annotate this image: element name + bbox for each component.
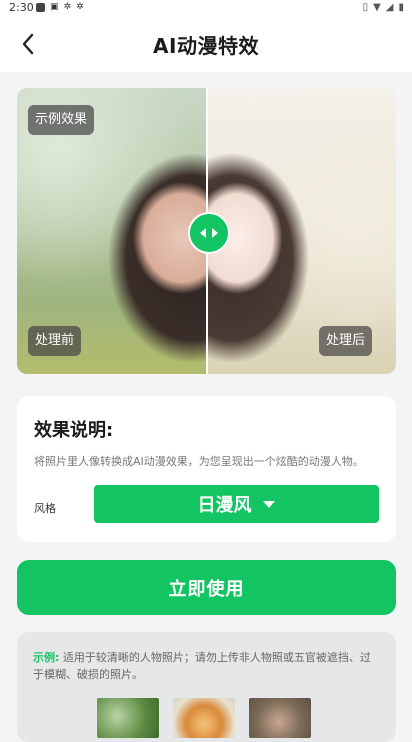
bug-notification-icon-2: ✲ <box>76 2 84 12</box>
vibrate-icon: ▯ <box>362 2 369 13</box>
image-notification-icon: ▣ <box>50 2 59 12</box>
system-icons: ▯ ▼ ◢ ▮ <box>363 2 404 13</box>
signal-icon: ◢ <box>385 2 394 13</box>
after-label: 处理后 <box>319 326 373 356</box>
before-label: 处理前 <box>28 326 82 356</box>
example-note-card: 示例: 适用于较清晰的人物照片；请勿上传非人物照或五官被遮挡、过于模糊、破损的照… <box>17 632 396 742</box>
example-thumbnail-plant <box>97 698 159 738</box>
style-label: 风格 <box>34 502 56 515</box>
page-title: AI动漫特效 <box>153 34 259 58</box>
example-note: 示例: 适用于较清晰的人物照片；请勿上传非人物照或五官被遮挡、过于模糊、破损的照… <box>33 649 378 683</box>
style-dropdown[interactable]: 日漫风 <box>94 485 379 523</box>
example-badge: 示例效果 <box>28 105 95 135</box>
arrow-right-icon <box>212 228 218 238</box>
notification-icons: ▣ ✲ ✲ <box>36 2 84 12</box>
style-value: 日漫风 <box>197 495 252 516</box>
wifi-icon: ▼ <box>373 2 381 13</box>
example-thumbnail-dog <box>173 698 235 738</box>
example-note-lead: 示例: <box>33 651 60 664</box>
app-notification-icon <box>36 2 45 12</box>
navigation-bar: AI动漫特效 <box>0 16 412 72</box>
effect-heading: 效果说明: <box>34 420 114 441</box>
battery-icon: ▮ <box>398 2 404 13</box>
status-time: 2:30 <box>9 1 34 14</box>
example-note-text: 适用于较清晰的人物照片；请勿上传非人物照或五官被遮挡、过于模糊、破损的照片。 <box>33 651 371 681</box>
status-bar: 2:30 ▣ ✲ ✲ ▯ ▼ ◢ ▮ <box>0 0 412 16</box>
bug-notification-icon: ✲ <box>63 2 72 12</box>
caret-down-icon <box>262 500 275 508</box>
before-after-preview[interactable]: 示例效果 处理前 处理后 <box>17 88 396 374</box>
compare-slider-handle[interactable] <box>188 212 230 254</box>
effect-info-card: 效果说明: 将照片里人像转换成AI动漫效果，为您呈现出一个炫酷的动漫人物。 风格… <box>17 396 396 542</box>
arrow-left-icon <box>200 228 206 238</box>
use-now-button[interactable]: 立即使用 <box>17 560 396 615</box>
example-thumbnail-pet <box>249 698 311 738</box>
effect-description: 将照片里人像转换成AI动漫效果，为您呈现出一个炫酷的动漫人物。 <box>34 455 364 468</box>
